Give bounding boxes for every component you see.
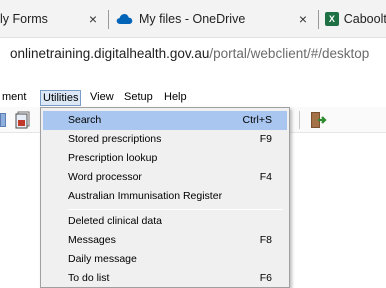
tab-forms[interactable]: ly Forms xyxy=(0,0,76,38)
menu-setup[interactable]: Setup xyxy=(124,90,153,106)
menu-item-shortcut: F9 xyxy=(259,133,272,145)
toolbar-divider xyxy=(299,111,300,129)
menu-item-label: Word processor xyxy=(68,171,142,183)
menu-separator xyxy=(68,209,283,210)
close-tab-icon[interactable]: × xyxy=(86,12,100,26)
menu-document[interactable]: ment xyxy=(2,90,26,106)
menu-item-prescription-lookup[interactable]: Prescription lookup xyxy=(43,149,287,168)
menu-item-shortcut: F4 xyxy=(259,171,272,183)
app-menu-bar: ment Utilities View Setup Help xyxy=(0,90,386,107)
menu-item-label: Search xyxy=(68,114,102,126)
menu-utilities[interactable]: Utilities xyxy=(40,90,82,106)
tab-title: ly Forms xyxy=(0,12,48,26)
exit-door-icon[interactable] xyxy=(309,111,327,129)
menu-item-messages[interactable]: Messages F8 xyxy=(43,231,287,250)
menu-item-label: To do list xyxy=(68,272,110,284)
menu-item-label: Prescription lookup xyxy=(68,152,158,164)
menu-item-label: Australian Immunisation Register xyxy=(68,190,223,202)
tab-title: My files - OneDrive xyxy=(139,12,246,26)
url-host: onlinetraining.digitalhealth.gov.au xyxy=(10,46,210,61)
menu-item-immunisation-register[interactable]: Australian Immunisation Register xyxy=(43,187,287,206)
excel-icon: X xyxy=(325,12,339,26)
close-tab-icon[interactable]: × xyxy=(296,12,310,26)
address-bar[interactable]: onlinetraining.digitalhealth.gov.au/port… xyxy=(0,38,386,70)
tab-title: Caboolt xyxy=(343,12,386,26)
url-text: onlinetraining.digitalhealth.gov.au/port… xyxy=(10,46,369,61)
menu-item-word-processor[interactable]: Word processor F4 xyxy=(43,168,287,187)
url-path: /portal/webclient/#/desktop xyxy=(209,46,370,61)
menu-item-label: Deleted clinical data xyxy=(68,215,162,227)
menu-item-shortcut: F8 xyxy=(259,234,272,246)
menu-item-shortcut: Ctrl+S xyxy=(242,114,272,126)
documents-icon[interactable] xyxy=(14,111,32,129)
menu-item-to-do-list[interactable]: To do list F6 xyxy=(43,269,287,288)
menu-item-search[interactable]: Search Ctrl+S xyxy=(43,111,287,130)
menu-item-label: Stored prescriptions xyxy=(68,133,162,145)
onedrive-icon xyxy=(116,14,133,24)
tab-divider xyxy=(108,10,109,29)
menu-view[interactable]: View xyxy=(90,90,114,106)
menu-item-stored-prescriptions[interactable]: Stored prescriptions F9 xyxy=(43,130,287,149)
menu-item-label: Messages xyxy=(68,234,116,246)
tab-excel[interactable]: X Caboolt xyxy=(325,0,386,38)
browser-tab-strip: ly Forms × My files - OneDrive × X Caboo… xyxy=(0,0,386,38)
tab-divider xyxy=(318,10,319,29)
utilities-dropdown-menu: Search Ctrl+S Stored prescriptions F9 Pr… xyxy=(40,107,290,288)
tab-onedrive[interactable]: My files - OneDrive xyxy=(116,0,286,38)
menu-item-deleted-clinical-data[interactable]: Deleted clinical data xyxy=(43,212,287,231)
menu-item-label: Daily message xyxy=(68,253,137,265)
menu-help[interactable]: Help xyxy=(164,90,187,106)
menu-item-shortcut: F6 xyxy=(259,272,272,284)
menu-item-daily-message[interactable]: Daily message xyxy=(43,250,287,269)
